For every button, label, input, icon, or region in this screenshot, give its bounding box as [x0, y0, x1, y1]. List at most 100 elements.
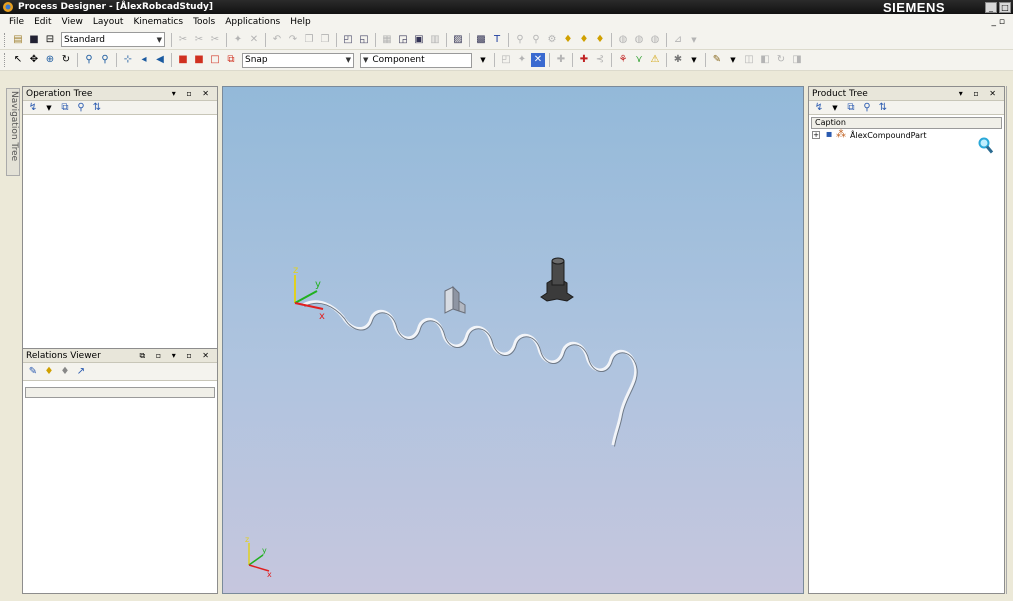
edit-icon[interactable]: ✎	[26, 365, 40, 379]
search-icon[interactable]: ⚲	[860, 101, 874, 115]
wire-cube-icon[interactable]: □	[208, 53, 222, 67]
pick-level-select[interactable]: ▼ Component	[360, 52, 472, 68]
tree-icon[interactable]: ⧉	[844, 101, 858, 115]
path-icon[interactable]: ⋎	[632, 53, 646, 67]
dropdown-arrow-icon[interactable]: ▼	[828, 101, 842, 115]
navigation-tree-tab[interactable]: Navigation Tree	[6, 88, 20, 176]
menu-view[interactable]: View	[57, 17, 88, 27]
box-icon[interactable]: ◧	[758, 53, 772, 67]
refresh-icon[interactable]: ↻	[774, 53, 788, 67]
menu-applications[interactable]: Applications	[220, 17, 285, 27]
undo-icon[interactable]: ↶	[270, 33, 284, 47]
paint-icon[interactable]: ✎	[710, 53, 724, 67]
graphic-viewer[interactable]: z y x z y x	[222, 86, 804, 594]
copy-icon[interactable]: ✂	[192, 33, 206, 47]
place-icon[interactable]: ✚	[554, 53, 568, 67]
pick-filter-icon[interactable]: ◰	[499, 53, 513, 67]
cut-icon[interactable]: ✂	[176, 33, 190, 47]
dropdown-arrow-icon[interactable]: ▼	[726, 53, 740, 67]
menu-edit[interactable]: Edit	[29, 17, 56, 27]
zoom-fit-icon[interactable]: ⚲	[82, 53, 96, 67]
gripper-part[interactable]	[540, 257, 574, 302]
dropdown-arrow-icon[interactable]: ▼	[687, 33, 701, 47]
sort-icon[interactable]: ⇅	[876, 101, 890, 115]
grid-icon[interactable]: ▦	[380, 33, 394, 47]
minimize-button[interactable]: _	[985, 1, 997, 13]
layout-select[interactable]: Standard ▼	[61, 32, 165, 47]
origin-frame[interactable]: z y x	[293, 265, 325, 322]
section-icon[interactable]: ◫	[742, 53, 756, 67]
panel-controls[interactable]: ▾ ▫ ✕	[959, 89, 1000, 98]
image-icon[interactable]: ▣	[412, 33, 426, 47]
pin-add-icon[interactable]: ♦	[593, 33, 607, 47]
open-study-icon[interactable]: ▤	[11, 33, 25, 47]
properties-icon[interactable]: ▨	[451, 33, 465, 47]
tree-node[interactable]: + ▪ ⁂ ÅlexCompoundPart	[809, 129, 1004, 141]
toolbar-grip[interactable]	[4, 32, 7, 47]
shaded-cube-icon[interactable]: ■	[192, 53, 206, 67]
pan-icon[interactable]: ✥	[27, 53, 41, 67]
hidden-line-icon[interactable]: ⧉	[224, 53, 238, 67]
pin-icon[interactable]: ♦	[577, 33, 591, 47]
paste-doc-icon[interactable]: ❒	[318, 33, 332, 47]
highlight-icon[interactable]: ✦	[231, 33, 245, 47]
frame-alt-icon[interactable]: ◱	[357, 33, 371, 47]
menu-kinematics[interactable]: Kinematics	[128, 17, 188, 27]
pick-intent-icon[interactable]: ✦	[515, 53, 529, 67]
copy-doc-icon[interactable]: ❐	[302, 33, 316, 47]
right-dock-strip[interactable]	[1006, 86, 1013, 594]
align-icon[interactable]: ⊰	[593, 53, 607, 67]
bulb-icon[interactable]: ♦	[561, 33, 575, 47]
robot-icon[interactable]: ⚘	[616, 53, 630, 67]
layout-icon[interactable]: ⊟	[43, 33, 57, 47]
unlink-icon[interactable]: ⚲	[529, 33, 543, 47]
export-icon[interactable]: ◨	[790, 53, 804, 67]
tool-icon[interactable]: T	[490, 33, 504, 47]
menu-layout[interactable]: Layout	[88, 17, 129, 27]
delete-icon[interactable]: ✕	[247, 33, 261, 47]
link-icon[interactable]: ⚲	[513, 33, 527, 47]
bulb-on-icon[interactable]: ♦	[42, 365, 56, 379]
panel-controls[interactable]: ⧉ ▫ ▾ ▫ ✕	[140, 351, 213, 361]
bulb-off-icon[interactable]: ♦	[58, 365, 72, 379]
table-icon[interactable]: ▥	[428, 33, 442, 47]
close-blue-icon[interactable]: ✕	[531, 53, 545, 67]
paste-icon[interactable]: ✂	[208, 33, 222, 47]
maximize-button[interactable]: □	[999, 1, 1011, 13]
view-back-icon[interactable]: ◀	[153, 53, 167, 67]
snap-select[interactable]: Snap ▼	[242, 52, 354, 68]
magnifier-icon[interactable]	[978, 137, 994, 155]
library-icon[interactable]: ▩	[474, 33, 488, 47]
center-icon[interactable]: ⊹	[121, 53, 135, 67]
relocate-icon[interactable]: ✚	[577, 53, 591, 67]
search-icon[interactable]: ⚲	[74, 101, 88, 115]
rotate-icon[interactable]: ↻	[59, 53, 73, 67]
zoom-icon[interactable]: ⊕	[43, 53, 57, 67]
combo-arrow-icon[interactable]: ▼	[476, 53, 490, 67]
panel-controls[interactable]: ▾ ▫ ✕	[172, 89, 213, 98]
star-icon[interactable]: ✱	[671, 53, 685, 67]
assign-icon[interactable]: ◍	[616, 33, 630, 47]
sort-icon[interactable]: ⇅	[90, 101, 104, 115]
tree-icon[interactable]: ⧉	[58, 101, 72, 115]
frame-icon[interactable]: ◰	[341, 33, 355, 47]
save-icon[interactable]: ■	[27, 33, 41, 47]
dropdown-arrow-icon[interactable]: ▼	[687, 53, 701, 67]
menu-tools[interactable]: Tools	[188, 17, 220, 27]
toolbar-grip[interactable]	[4, 53, 7, 67]
measure-icon[interactable]: ⊿	[671, 33, 685, 47]
select-arrow-icon[interactable]: ↖	[11, 53, 25, 67]
menu-file[interactable]: File	[4, 17, 29, 27]
select-icon[interactable]: ↗	[74, 365, 88, 379]
view-left-icon[interactable]: ◂	[137, 53, 151, 67]
solid-cube-icon[interactable]: ■	[176, 53, 190, 67]
serpentine-part[interactable]	[302, 300, 638, 446]
bracket-part[interactable]	[444, 285, 466, 314]
warning-icon[interactable]: ⚠	[648, 53, 662, 67]
filter-icon[interactable]: ↯	[26, 101, 40, 115]
network-icon[interactable]: ⚙	[545, 33, 559, 47]
assign-all-icon[interactable]: ◍	[632, 33, 646, 47]
visibility-icon[interactable]: ▪	[824, 128, 834, 142]
zoom-select-icon[interactable]: ⚲	[98, 53, 112, 67]
scene-canvas[interactable]: z y x z y x	[223, 87, 804, 594]
